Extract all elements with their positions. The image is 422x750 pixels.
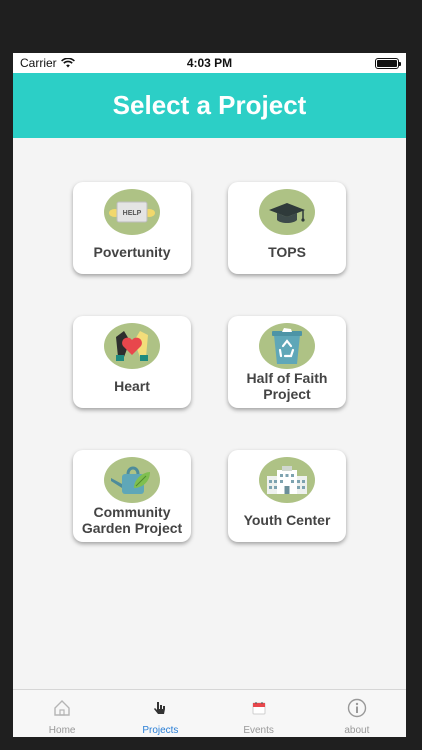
hands-heart-icon	[104, 323, 160, 369]
tab-label: about	[344, 725, 370, 736]
info-icon	[347, 698, 367, 718]
tab-label: Projects	[142, 725, 179, 736]
project-card-youth-center[interactable]: Youth Center	[228, 450, 346, 542]
building-icon	[259, 457, 315, 503]
tab-about[interactable]: about	[308, 690, 406, 737]
project-card-tops[interactable]: TOPS	[228, 182, 346, 274]
help-sign-icon: HELP	[104, 189, 160, 235]
page-title: Select a Project	[112, 90, 307, 120]
project-label: Heart	[110, 369, 154, 408]
project-label: Povertunity	[89, 235, 174, 274]
project-card-povertunity[interactable]: HELP Povertunity	[73, 182, 191, 274]
project-label-line: Community	[93, 503, 171, 520]
tab-bar: Home Projects Events about	[13, 689, 406, 737]
wifi-icon	[60, 58, 75, 68]
project-label-line: Youth Center	[243, 511, 331, 528]
calendar-icon	[252, 698, 266, 718]
tab-home[interactable]: Home	[13, 690, 111, 737]
carrier-info: Carrier	[20, 56, 75, 70]
tab-projects[interactable]: Projects	[111, 690, 209, 737]
project-label: Community Garden Project	[78, 503, 186, 542]
tab-label: Events	[243, 725, 274, 736]
project-label: TOPS	[264, 235, 310, 274]
app-screen: Carrier 4:03 PM Select a Project HELP Po…	[13, 53, 406, 737]
project-card-community-garden[interactable]: Community Garden Project	[73, 450, 191, 542]
graduation-cap-icon	[259, 189, 315, 235]
recycle-bin-icon	[259, 323, 315, 369]
watering-can-icon	[104, 457, 160, 503]
project-label-line: Povertunity	[93, 243, 171, 260]
carrier-name: Carrier	[20, 56, 57, 70]
project-label-line: Garden Project	[81, 519, 183, 536]
project-label: Half of Faith Project	[243, 369, 332, 408]
battery-level	[377, 59, 397, 67]
projects-icon	[153, 698, 167, 718]
project-label-line: TOPS	[268, 243, 306, 260]
header-bar: Select a Project	[13, 73, 406, 138]
tab-label: Home	[48, 725, 76, 736]
help-sign-text: HELP	[123, 210, 142, 217]
project-label-line: Half of Faith	[246, 369, 328, 386]
project-card-half-of-faith[interactable]: Half of Faith Project	[228, 316, 346, 408]
battery-icon	[375, 57, 401, 69]
project-card-heart[interactable]: Heart	[73, 316, 191, 408]
tab-events[interactable]: Events	[210, 690, 308, 737]
status-bar: Carrier 4:03 PM	[13, 53, 406, 73]
project-label: Youth Center	[240, 503, 335, 542]
home-icon	[53, 698, 71, 718]
project-label-line: Project	[263, 385, 311, 402]
project-label-line: Heart	[114, 377, 150, 394]
